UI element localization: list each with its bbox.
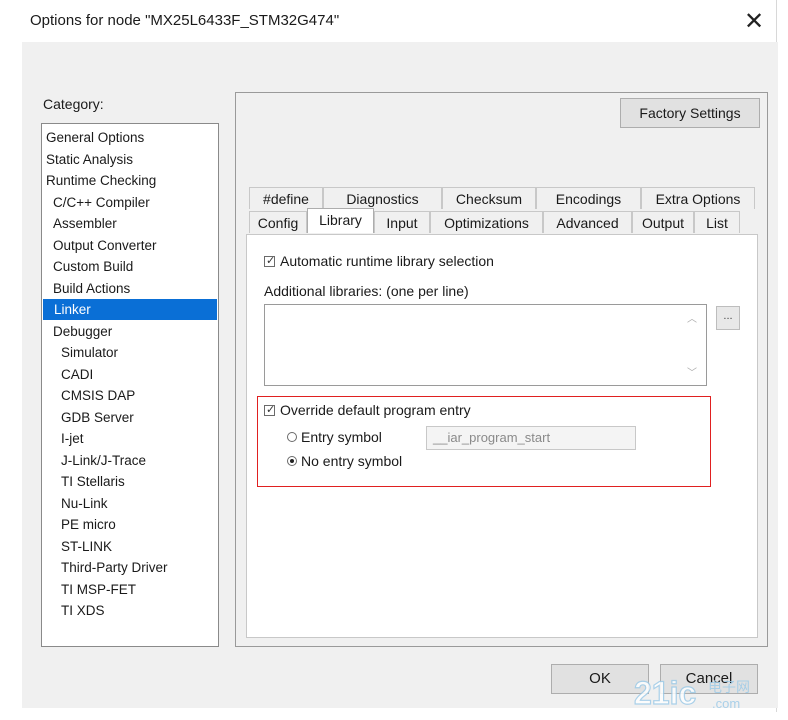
- override-entry-checkbox[interactable]: ✓: [264, 404, 276, 416]
- auto-runtime-label: Automatic runtime library selection: [280, 253, 494, 269]
- tab-row1-item[interactable]: Extra Options: [641, 187, 755, 209]
- auto-runtime-checkbox[interactable]: ✓: [264, 255, 276, 267]
- category-item[interactable]: TI Stellaris: [61, 471, 125, 492]
- category-label: Category:: [43, 96, 104, 112]
- category-item[interactable]: TI XDS: [61, 600, 105, 621]
- entry-symbol-input[interactable]: __iar_program_start: [426, 426, 636, 450]
- svg-text:电子网: 电子网: [708, 680, 750, 696]
- entry-symbol-label: Entry symbol: [301, 429, 382, 445]
- tab-row2-item[interactable]: List: [694, 211, 740, 233]
- category-item[interactable]: Linker: [43, 299, 217, 320]
- category-item[interactable]: General Options: [46, 127, 144, 148]
- radio-selected-icon: [290, 459, 294, 463]
- no-entry-symbol-radio[interactable]: [287, 456, 297, 466]
- factory-settings-button[interactable]: Factory Settings: [620, 98, 760, 128]
- scroll-down-icon[interactable]: ﹀: [684, 364, 700, 379]
- tab-row1-item[interactable]: Diagnostics: [323, 187, 442, 209]
- category-item[interactable]: C/C++ Compiler: [53, 192, 150, 213]
- checkmark-icon: ✓: [266, 404, 276, 416]
- svg-text:21ic: 21ic: [634, 675, 696, 711]
- category-item[interactable]: CMSIS DAP: [61, 385, 135, 406]
- tab-row2-item[interactable]: Input: [374, 211, 430, 233]
- checkmark-icon: ✓: [266, 255, 276, 267]
- category-list[interactable]: General Options Static Analysis Runtime Ch…: [41, 123, 219, 647]
- svg-text:.com: .com: [712, 696, 740, 711]
- category-item[interactable]: Runtime Checking: [46, 170, 156, 191]
- category-item[interactable]: J-Link/J-Trace: [61, 450, 146, 471]
- category-item[interactable]: I-jet: [61, 428, 84, 449]
- category-item[interactable]: Nu-Link: [61, 493, 108, 514]
- tab-row2-item[interactable]: Output: [632, 211, 694, 233]
- tab-row1-item[interactable]: #define: [249, 187, 323, 209]
- tab-row2-item[interactable]: Config: [249, 211, 307, 233]
- tab-row1-item[interactable]: Encodings: [536, 187, 641, 209]
- additional-libraries-label: Additional libraries: (one per line): [264, 283, 469, 299]
- category-item[interactable]: Simulator: [61, 342, 118, 363]
- window-title: Options for node "MX25L6433F_STM32G474": [30, 12, 340, 29]
- category-item[interactable]: Static Analysis: [46, 149, 133, 170]
- close-icon[interactable]: ✕: [738, 6, 770, 38]
- category-item[interactable]: ST-LINK: [61, 536, 112, 557]
- tab-row2-item[interactable]: Advanced: [543, 211, 632, 233]
- category-item[interactable]: GDB Server: [61, 407, 134, 428]
- watermark-logo: 21ic 电子网 .com: [633, 674, 750, 711]
- scroll-up-icon[interactable]: ︿: [684, 310, 700, 325]
- override-entry-label: Override default program entry: [280, 402, 471, 418]
- category-item[interactable]: Output Converter: [53, 235, 157, 256]
- no-entry-symbol-label: No entry symbol: [301, 453, 403, 469]
- title-bar: Options for node "MX25L6433F_STM32G474" …: [0, 0, 788, 42]
- additional-libraries-field[interactable]: [264, 304, 707, 386]
- category-item[interactable]: Assembler: [53, 213, 117, 234]
- category-item[interactable]: Third-Party Driver: [61, 557, 168, 578]
- category-item[interactable]: PE micro: [61, 514, 116, 535]
- category-item[interactable]: Debugger: [53, 321, 112, 342]
- category-item[interactable]: CADI: [61, 364, 93, 385]
- browse-button[interactable]: ...: [716, 306, 740, 330]
- tab-row2-item[interactable]: Optimizations: [430, 211, 543, 233]
- category-item[interactable]: Custom Build: [53, 256, 133, 277]
- category-item[interactable]: Build Actions: [53, 278, 130, 299]
- entry-symbol-radio[interactable]: [287, 432, 297, 442]
- tab-row1-item[interactable]: Checksum: [442, 187, 536, 209]
- tab-row2-item[interactable]: Library: [307, 208, 374, 233]
- category-item[interactable]: TI MSP-FET: [61, 579, 136, 600]
